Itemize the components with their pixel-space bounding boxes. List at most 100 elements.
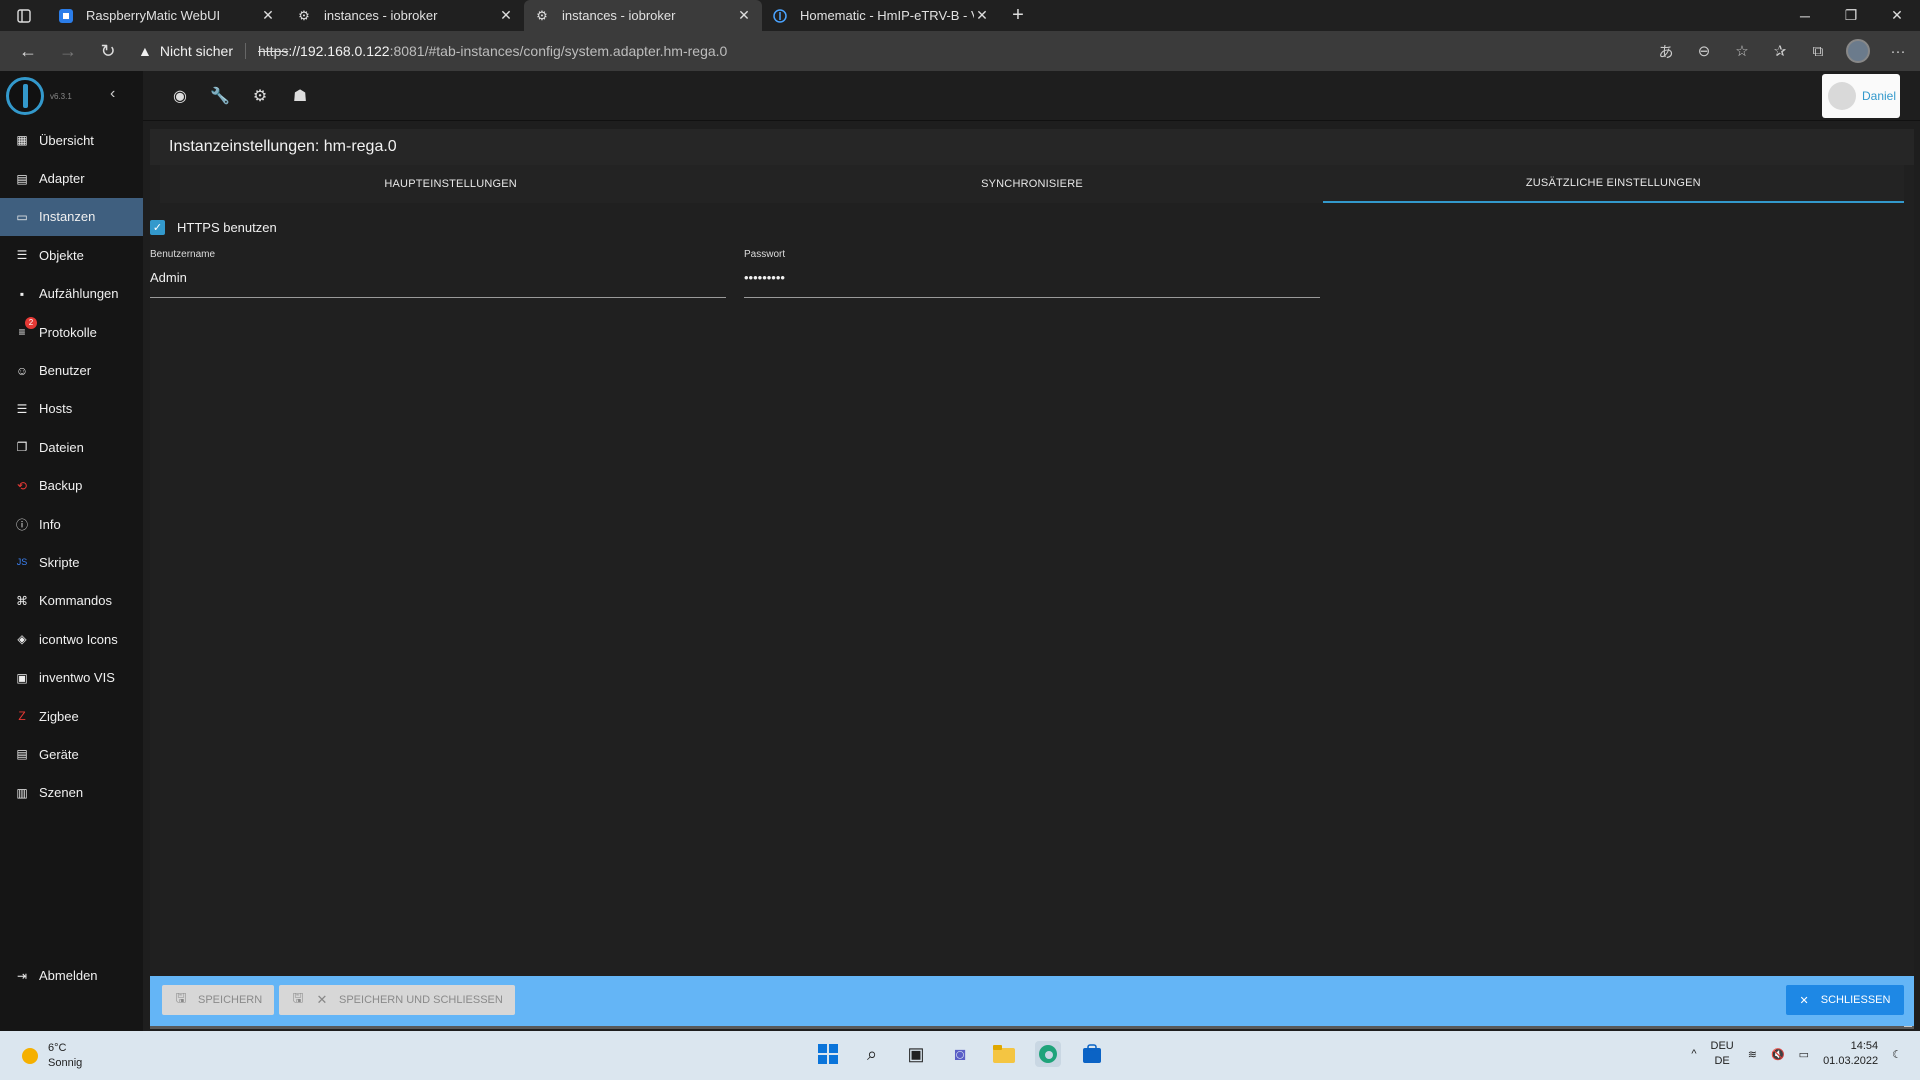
sidebar-item-kommandos[interactable]: ⌘ Kommandos bbox=[0, 582, 143, 620]
forward-button[interactable]: → bbox=[48, 31, 88, 71]
warning-icon: ▲ bbox=[138, 43, 152, 59]
sidebar-item-label: Kommandos bbox=[39, 593, 112, 609]
wifi-icon[interactable]: ≋ bbox=[1748, 1048, 1757, 1061]
favorites-icon[interactable]: ✰ bbox=[1770, 42, 1790, 60]
info-icon: ⓘ bbox=[15, 517, 28, 532]
sidebar-item-label: Szenen bbox=[39, 785, 84, 801]
save-button[interactable]: 🖫 SPEICHERN bbox=[162, 985, 275, 1015]
sidebar-item-szenen[interactable]: ▥ Szenen bbox=[0, 774, 143, 812]
sidebar-item-zigbee[interactable]: Z Zigbee bbox=[0, 697, 143, 735]
settings-tabs: HAUPTEINSTELLUNGEN SYNCHRONISIERE ZUSÄTZ… bbox=[160, 165, 1904, 203]
sidebar-item-skripte[interactable]: JS Skripte bbox=[0, 543, 143, 581]
security-label: Nicht sicher bbox=[159, 43, 233, 59]
notification-badge: 2 bbox=[25, 316, 37, 329]
sidebar-item-dateien[interactable]: ❐ Dateien bbox=[0, 428, 143, 466]
user-menu[interactable]: Daniel bbox=[1822, 74, 1900, 118]
close-icon[interactable]: ✕ bbox=[260, 7, 276, 24]
sidebar-item-adapter[interactable]: ▤ Adapter bbox=[0, 159, 143, 197]
sidebar-item-label: Benutzer bbox=[39, 363, 92, 379]
sidebar-item-benutzer[interactable]: ☺ Benutzer bbox=[0, 351, 143, 389]
back-button[interactable]: ← bbox=[8, 31, 48, 71]
sidebar-item-objekte[interactable]: ☰ Objekte bbox=[0, 236, 143, 274]
sidebar-item-instanzen[interactable]: ▭ Instanzen bbox=[0, 197, 143, 237]
task-view-icon[interactable]: ▣ bbox=[903, 1041, 929, 1067]
grid-icon: ▦ bbox=[16, 133, 28, 148]
reload-button[interactable]: ↻ bbox=[88, 31, 128, 71]
sidebar-item-hosts[interactable]: ☰ Hosts bbox=[0, 390, 143, 428]
browser-tab[interactable]: Homematic - HmIP-eTRV-B - Ve ✕ bbox=[762, 0, 1000, 31]
teams-chat-icon[interactable]: ◙ bbox=[947, 1041, 973, 1067]
devices-icon: ▤ bbox=[16, 747, 28, 762]
eye-icon[interactable]: ◉ bbox=[171, 87, 189, 105]
browser-tab[interactable]: ⚙ instances - iobroker ✕ bbox=[286, 0, 524, 31]
user-avatar bbox=[1828, 82, 1856, 110]
search-icon[interactable]: ⌕ bbox=[859, 1041, 885, 1067]
input-language[interactable]: DEU DE bbox=[1711, 1039, 1734, 1069]
sun-icon bbox=[22, 1048, 38, 1064]
volume-muted-icon[interactable]: 🔇 bbox=[1771, 1048, 1785, 1061]
weather-widget[interactable]: 6°C Sonnig bbox=[22, 1041, 82, 1071]
sidebar-item-übersicht[interactable]: ▦ Übersicht bbox=[0, 121, 143, 159]
close-icon[interactable]: ✕ bbox=[974, 7, 990, 24]
browser-tab[interactable]: RaspberryMatic WebUI ✕ bbox=[48, 0, 286, 31]
logout-icon: ⇥ bbox=[16, 968, 28, 983]
add-favorite-icon[interactable]: ☆ bbox=[1732, 42, 1752, 60]
edge-browser-icon[interactable] bbox=[1035, 1041, 1061, 1067]
tab-additional-settings[interactable]: ZUSÄTZLICHE EINSTELLUNGEN bbox=[1322, 165, 1904, 203]
logout-label: Abmelden bbox=[39, 968, 98, 984]
sidebar-item-backup[interactable]: ⟲ Backup bbox=[0, 467, 143, 505]
profile-avatar[interactable] bbox=[1846, 39, 1870, 63]
address-bar[interactable]: ▲ Nicht sicher https://192.168.0.122:808… bbox=[138, 36, 727, 66]
logout-button[interactable]: ⇥ Abmelden bbox=[0, 957, 143, 995]
sidebar-item-inventwo-vis[interactable]: ▣ inventwo VIS bbox=[0, 658, 143, 696]
file-explorer-icon[interactable] bbox=[991, 1041, 1017, 1067]
iobroker-gear-icon: ⚙ bbox=[536, 7, 548, 23]
chevron-left-icon[interactable]: ‹ bbox=[110, 85, 115, 103]
wrench-icon[interactable]: 🔧 bbox=[210, 87, 230, 105]
close-button[interactable]: ✕ SCHLIESSEN bbox=[1786, 985, 1904, 1015]
version-label: v6.3.1 bbox=[50, 91, 72, 101]
sidebar-item-aufzählungen[interactable]: ▪ Aufzählungen bbox=[0, 275, 143, 313]
password-input[interactable]: ••••••••• bbox=[744, 270, 1320, 298]
minimize-button[interactable]: ─ bbox=[1782, 0, 1828, 31]
clock[interactable]: 14:54 01.03.2022 bbox=[1823, 1039, 1878, 1069]
security-indicator[interactable]: ▲ Nicht sicher bbox=[138, 43, 246, 59]
save-and-close-button[interactable]: 🖫 ✕ SPEICHERN UND SCHLIESSEN bbox=[279, 985, 515, 1015]
window-close-button[interactable]: ✕ bbox=[1874, 0, 1920, 31]
sidebar-item-icontwo-icons[interactable]: ◈ icontwo Icons bbox=[0, 620, 143, 658]
username-input[interactable]: Admin bbox=[150, 270, 726, 298]
sidebar-item-protokolle[interactable]: ≡ 2 Protokolle bbox=[0, 313, 143, 351]
weather-condition: Sonnig bbox=[48, 1057, 83, 1069]
close-icon[interactable]: ✕ bbox=[498, 7, 514, 24]
browser-tab-strip: RaspberryMatic WebUI ✕ ⚙ instances - iob… bbox=[0, 0, 1920, 31]
instance-toolbar: ◉ 🔧 ⚙ ☗ Daniel bbox=[143, 71, 1920, 121]
date: 01.03.2022 bbox=[1823, 1055, 1879, 1067]
scenes-icon: ▥ bbox=[16, 785, 28, 800]
url-text[interactable]: https://192.168.0.122:8081/#tab-instance… bbox=[258, 43, 727, 59]
gear-icon[interactable]: ⚙ bbox=[251, 87, 269, 105]
chevron-up-icon[interactable]: ^ bbox=[1691, 1048, 1696, 1060]
zoom-out-icon[interactable]: ⊖ bbox=[1694, 42, 1714, 60]
close-label: SCHLIESSEN bbox=[1820, 994, 1891, 1006]
tab-main-settings[interactable]: HAUPTEINSTELLUNGEN bbox=[160, 165, 741, 203]
more-icon[interactable]: ··· bbox=[1888, 43, 1908, 60]
close-icon[interactable]: ✕ bbox=[736, 7, 752, 24]
start-icon[interactable] bbox=[815, 1041, 841, 1067]
browser-tab-active[interactable]: ⚙ instances - iobroker ✕ bbox=[524, 0, 762, 31]
sidebar-item-info[interactable]: ⓘ Info bbox=[0, 505, 143, 543]
https-checkbox[interactable]: ✓ bbox=[150, 219, 165, 235]
tab-synchronize[interactable]: SYNCHRONISIERE bbox=[741, 165, 1322, 203]
store-icon[interactable] bbox=[1079, 1041, 1105, 1067]
iobroker-logo[interactable] bbox=[6, 77, 44, 115]
read-aloud-icon[interactable]: あ bbox=[1656, 41, 1676, 62]
collections-icon[interactable]: ⧉ bbox=[1808, 43, 1828, 60]
expert-mode-icon[interactable]: ☗ bbox=[291, 87, 309, 105]
battery-icon[interactable]: ▭ bbox=[1799, 1048, 1809, 1061]
language-code: DEU bbox=[1710, 1040, 1734, 1052]
instances-icon: ▭ bbox=[16, 209, 28, 224]
restore-button[interactable]: ❐ bbox=[1828, 0, 1874, 31]
tab-actions-icon[interactable] bbox=[0, 0, 48, 31]
sidebar-item-geräte[interactable]: ▤ Geräte bbox=[0, 735, 143, 773]
focus-assist-icon[interactable]: ☾ bbox=[1892, 1048, 1902, 1061]
new-tab-button[interactable]: + bbox=[1000, 0, 1036, 31]
